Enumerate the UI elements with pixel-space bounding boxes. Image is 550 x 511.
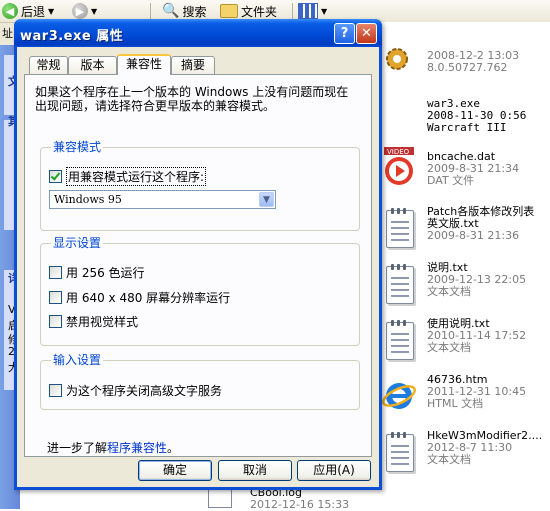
- program-compatibility-link[interactable]: 程序兼容性: [107, 441, 167, 455]
- tab-label: 摘要: [180, 58, 205, 72]
- toolbar-separator: [292, 3, 293, 19]
- text-document-icon: [382, 208, 416, 252]
- checkbox-label: 为这个程序关闭高级文字服务: [66, 384, 223, 398]
- close-button[interactable]: ✕: [356, 23, 377, 44]
- compat-os-select[interactable]: Windows 95 ▼: [49, 190, 276, 209]
- search-icon: 🔍: [162, 3, 180, 19]
- close-icon: ✕: [361, 26, 372, 41]
- tab-summary[interactable]: 摘要: [171, 56, 215, 74]
- disable-visual-themes-checkbox[interactable]: 禁用视觉样式: [49, 313, 138, 330]
- compat-mode-group: 兼容模式 用兼容模式运行这个程序: Windows 95 ▼: [40, 140, 360, 231]
- compatibility-panel: 如果这个程序在上一个版本的 Windows 上没有问题而现在出现问题，请选择符合…: [24, 74, 372, 457]
- group-label: 显示设置: [51, 236, 104, 250]
- learn-more-text: 进一步了解程序兼容性。: [47, 439, 179, 456]
- tab-version[interactable]: 版本: [68, 56, 117, 74]
- folders-label: 文件夹: [241, 4, 278, 19]
- checkbox-unchecked-icon: [49, 315, 62, 328]
- button-label: 取消: [242, 463, 267, 477]
- button-label: 确定: [162, 463, 187, 477]
- file-item[interactable]: 使用说明.txt 2010-11-14 17:52 文本文档: [380, 314, 550, 374]
- apply-button[interactable]: 应用(A): [297, 460, 371, 481]
- search-label: 搜索: [182, 4, 207, 19]
- group-label: 输入设置: [51, 353, 104, 367]
- dialog-titlebar[interactable]: war3.exe 属性 ? ✕: [14, 19, 382, 47]
- display-settings-group: 显示设置 用 256 色运行 用 640 x 480 屏幕分辨率运行 禁用视觉样…: [40, 236, 360, 346]
- help-icon: ?: [340, 26, 349, 41]
- checkbox-unchecked-icon: [49, 291, 62, 304]
- help-button[interactable]: ?: [334, 23, 355, 44]
- tab-label: 常规: [36, 58, 61, 72]
- text-document-icon: [382, 432, 416, 476]
- input-settings-group: 输入设置 为这个程序关闭高级文字服务: [40, 353, 360, 410]
- select-value: Windows 95: [54, 193, 122, 206]
- search-button[interactable]: 🔍 搜索: [162, 2, 206, 20]
- color-256-checkbox[interactable]: 用 256 色运行: [49, 264, 145, 281]
- file-date: 2012-12-16 15:33: [250, 498, 350, 511]
- file-type: 文本文档: [427, 453, 471, 466]
- cancel-button[interactable]: 取消: [218, 460, 292, 481]
- checkbox-label: 用 256 色运行: [66, 266, 145, 280]
- gear-icon: [382, 44, 416, 88]
- back-button[interactable]: ◀ 后退 ▼: [2, 2, 54, 20]
- learn-more-prefix: 进一步了解: [47, 441, 108, 455]
- back-label: 后退: [21, 4, 46, 19]
- properties-dialog: war3.exe 属性 ? ✕ 常规 版本 兼容性 摘要 如果这个程序在上一个版…: [14, 19, 382, 490]
- back-arrow-icon: ◀: [2, 3, 18, 19]
- chevron-down-icon: ▼: [91, 6, 98, 16]
- checkbox-unchecked-icon: [49, 266, 62, 279]
- tab-compatibility[interactable]: 兼容性: [117, 54, 171, 75]
- forward-arrow-icon: ▶: [72, 3, 88, 19]
- text-document-icon: [382, 320, 416, 364]
- file-item[interactable]: HkeW3mModifier2.... 2012-8-7 11:30 文本文档: [380, 426, 550, 486]
- forward-button[interactable]: ▶ ▼: [72, 2, 97, 20]
- intro-text: 如果这个程序在上一个版本的 Windows 上没有问题而现在出现问题，请选择符合…: [35, 85, 349, 113]
- text-document-icon: [382, 264, 416, 308]
- checkbox-label: 用兼容模式运行这个程序:: [66, 167, 207, 186]
- toolbar-separator: [150, 3, 151, 19]
- chevron-down-icon: ▼: [259, 192, 274, 207]
- file-item[interactable]: 说明.txt 2009-12-13 22:05 文本文档: [380, 258, 550, 318]
- checkbox-unchecked-icon: [49, 384, 62, 397]
- learn-more-suffix: 。: [167, 441, 180, 455]
- views-button[interactable]: ▼: [298, 2, 327, 20]
- file-item[interactable]: 2008-12-2 13:03 8.0.50727.762: [380, 22, 550, 82]
- video-icon: VIDEO: [382, 145, 416, 189]
- file-type: DAT 文件: [427, 174, 475, 187]
- folder-icon: [220, 4, 238, 18]
- views-grid-icon: [298, 3, 318, 19]
- file-list: 2008-12-2 13:03 8.0.50727.762 war3.exe 2…: [380, 22, 550, 509]
- file-type: 8.0.50727.762: [427, 61, 508, 74]
- file-item[interactable]: 46736.htm 2011-12-31 10:45 HTML 文档: [380, 370, 550, 430]
- group-label: 兼容模式: [51, 140, 104, 154]
- dialog-title: war3.exe 属性: [20, 29, 124, 44]
- chevron-down-icon: ▼: [48, 6, 55, 16]
- file-date: 2009-8-31 21:36: [427, 229, 520, 242]
- address-label: 址: [2, 27, 13, 40]
- ok-button[interactable]: 确定: [138, 460, 212, 481]
- file-type: Warcraft III: [427, 121, 507, 134]
- file-type: 文本文档: [427, 341, 471, 354]
- file-item[interactable]: Patch各版本修改列表 英文版.txt 2009-8-31 21:36: [380, 202, 550, 262]
- svg-text:VIDEO: VIDEO: [387, 148, 410, 156]
- resolution-640-checkbox[interactable]: 用 640 x 480 屏幕分辨率运行: [49, 289, 230, 306]
- tab-label: 版本: [80, 58, 105, 72]
- file-type: HTML 文档: [427, 397, 484, 410]
- checkbox-label: 禁用视觉样式: [66, 315, 139, 329]
- tab-label: 兼容性: [125, 57, 162, 71]
- tab-general[interactable]: 常规: [29, 56, 68, 74]
- folders-button[interactable]: 文件夹: [220, 2, 277, 20]
- checkbox-label: 用 640 x 480 屏幕分辨率运行: [66, 291, 231, 305]
- chevron-down-icon: ▼: [321, 6, 328, 16]
- file-item[interactable]: VIDEO bncache.dat 2009-8-31 21:34 DAT 文件: [380, 145, 550, 205]
- checkbox-checked-icon: [49, 170, 62, 183]
- compat-mode-checkbox[interactable]: 用兼容模式运行这个程序:: [49, 167, 207, 186]
- disable-text-services-checkbox[interactable]: 为这个程序关闭高级文字服务: [49, 382, 222, 399]
- internet-explorer-icon: [382, 376, 416, 420]
- file-item[interactable]: war3.exe 2008-11-30 0:56 Warcraft III: [380, 92, 550, 152]
- file-type: 文本文档: [427, 285, 471, 298]
- button-label: 应用(A): [313, 463, 355, 477]
